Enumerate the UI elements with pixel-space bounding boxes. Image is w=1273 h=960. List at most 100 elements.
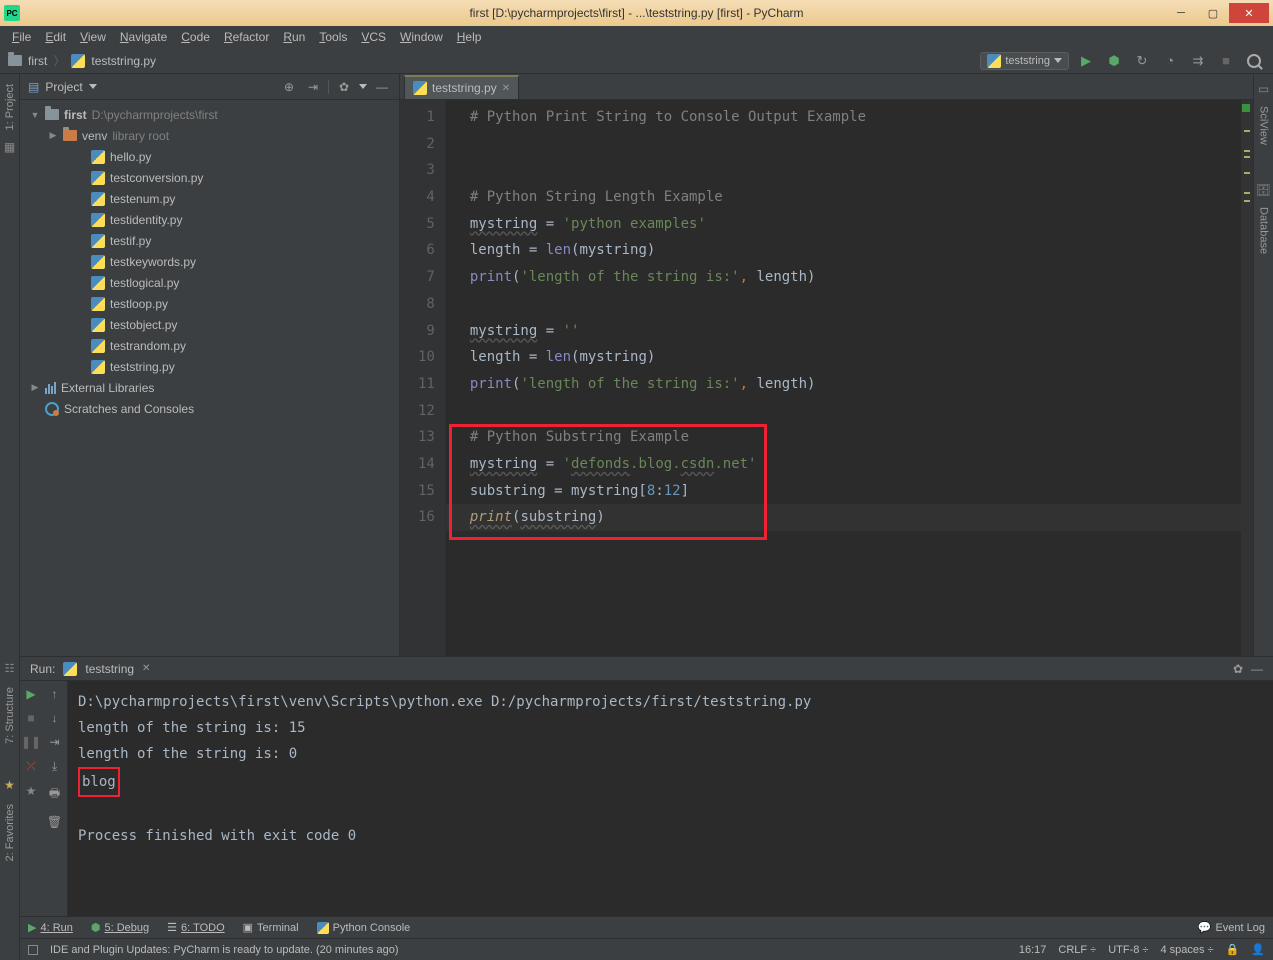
run-configuration-selector[interactable]: teststring (980, 52, 1069, 70)
project-tool-label[interactable]: 1: Project (4, 82, 16, 132)
structure-label[interactable]: 7: Structure (4, 687, 16, 744)
code-line-15[interactable]: substring = mystring[8:12] (446, 478, 1241, 505)
favorites-star-icon[interactable]: ★ (4, 778, 15, 792)
debug-button[interactable]: ⬢ (1103, 50, 1125, 72)
close-run-tab-icon[interactable]: ✕ (142, 663, 150, 674)
tree-file-testkeywords-py[interactable]: testkeywords.py (20, 251, 399, 272)
chevron-down-icon[interactable] (359, 84, 367, 89)
menu-navigate[interactable]: Navigate (114, 28, 173, 46)
rerun-button[interactable]: ▶ (26, 687, 35, 701)
search-everywhere-button[interactable] (1243, 50, 1265, 72)
project-rail-icon[interactable]: ▦ (4, 140, 15, 154)
code-content[interactable]: # Python Print String to Console Output … (446, 100, 1241, 656)
print-icon[interactable]: 🖶 (49, 784, 60, 805)
tree-external-libraries[interactable]: ▶ External Libraries (20, 377, 399, 398)
menu-file[interactable]: File (6, 28, 37, 46)
tree-file-testloop-py[interactable]: testloop.py (20, 293, 399, 314)
marker-tick[interactable] (1244, 150, 1250, 152)
close-tab-icon[interactable]: ✕ (502, 83, 510, 94)
up-stack-icon[interactable]: ↑ (52, 687, 58, 701)
tree-file-testidentity-py[interactable]: testidentity.py (20, 209, 399, 230)
breadcrumb-root[interactable]: first (28, 54, 47, 68)
tree-file-testobject-py[interactable]: testobject.py (20, 314, 399, 335)
menu-refactor[interactable]: Refactor (218, 28, 275, 46)
menu-code[interactable]: Code (175, 28, 216, 46)
todo-tool-button[interactable]: ☰ 6: TODO (167, 921, 224, 934)
run-tab-name[interactable]: teststring (85, 662, 134, 676)
line-separator[interactable]: CRLF ÷ (1058, 944, 1096, 956)
menu-edit[interactable]: Edit (39, 28, 72, 46)
file-encoding[interactable]: UTF-8 ÷ (1108, 944, 1148, 956)
locate-icon[interactable]: ⊕ (280, 78, 298, 96)
stop-button[interactable]: ■ (1215, 50, 1237, 72)
terminal-tool-button[interactable]: ▣ Terminal (243, 921, 299, 934)
marker-tick[interactable] (1244, 156, 1250, 158)
hide-run-icon[interactable]: — (1251, 662, 1263, 676)
code-line-5[interactable]: mystring = 'python examples' (446, 211, 1241, 238)
indent-setting[interactable]: 4 spaces ÷ (1160, 944, 1213, 956)
tree-scratches[interactable]: Scratches and Consoles (20, 398, 399, 419)
coverage-button[interactable]: ↻ (1131, 50, 1153, 72)
cursor-position[interactable]: 16:17 (1019, 944, 1047, 956)
project-tree[interactable]: ▼ first D:\pycharmprojects\first▶ venv l… (20, 100, 399, 656)
menu-help[interactable]: Help (451, 28, 488, 46)
chevron-down-icon[interactable] (89, 84, 97, 89)
code-line-1[interactable]: # Python Print String to Console Output … (446, 104, 1241, 131)
settings-icon[interactable]: ✿ (335, 78, 353, 96)
sciview-icon[interactable]: ▭ (1258, 82, 1269, 96)
soft-wrap-icon[interactable]: ⇥ (49, 735, 59, 749)
down-stack-icon[interactable]: ↓ (52, 711, 58, 725)
tree-file-testconversion-py[interactable]: testconversion.py (20, 167, 399, 188)
marker-tick[interactable] (1244, 192, 1250, 194)
code-line-13[interactable]: # Python Substring Example (446, 424, 1241, 451)
debug-tool-button[interactable]: ⬢ 5: Debug (91, 921, 149, 934)
memory-indicator[interactable]: 🔒 (1226, 943, 1240, 956)
tree-file-testrandom-py[interactable]: testrandom.py (20, 335, 399, 356)
code-line-14[interactable]: mystring = 'defonds.blog.csdn.net' (446, 451, 1241, 478)
breadcrumb-file[interactable]: teststring.py (91, 54, 156, 68)
code-line-16[interactable]: print(substring) (446, 504, 1241, 531)
maximize-button[interactable]: ▢ (1197, 3, 1229, 23)
run-button[interactable]: ▶ (1075, 50, 1097, 72)
code-line-8[interactable] (446, 291, 1241, 318)
profile-button[interactable]: ◔ (1159, 50, 1181, 72)
hector-icon[interactable]: 👤 (1251, 943, 1265, 956)
menu-tools[interactable]: Tools (313, 28, 353, 46)
code-line-6[interactable]: length = len(mystring) (446, 237, 1241, 264)
run-console-output[interactable]: D:\pycharmprojects\first\venv\Scripts\py… (68, 681, 1273, 916)
status-icon[interactable] (28, 945, 38, 955)
close-button[interactable]: ✕ (1229, 3, 1269, 23)
code-line-2[interactable] (446, 131, 1241, 158)
tree-file-teststring-py[interactable]: teststring.py (20, 356, 399, 377)
event-log-button[interactable]: 💬 Event Log (1198, 921, 1265, 934)
clear-icon[interactable]: 🗑 (47, 815, 62, 829)
python-console-button[interactable]: Python Console (317, 922, 411, 934)
tree-venv[interactable]: ▶ venv library root (20, 125, 399, 146)
code-line-12[interactable] (446, 398, 1241, 425)
tree-file-testenum-py[interactable]: testenum.py (20, 188, 399, 209)
favorite-star-icon[interactable]: ★ (26, 784, 37, 798)
code-line-9[interactable]: mystring = '' (446, 318, 1241, 345)
marker-tick[interactable] (1244, 130, 1250, 132)
editor-tab[interactable]: teststring.py ✕ (404, 75, 519, 99)
code-line-10[interactable]: length = len(mystring) (446, 344, 1241, 371)
exit-button[interactable]: ⤫ (26, 759, 36, 774)
marker-tick[interactable] (1244, 172, 1250, 174)
database-icon[interactable]: 🗄 (1256, 183, 1271, 197)
code-line-7[interactable]: print('length of the string is:', length… (446, 264, 1241, 291)
code-line-11[interactable]: print('length of the string is:', length… (446, 371, 1241, 398)
tree-file-testlogical-py[interactable]: testlogical.py (20, 272, 399, 293)
stop-button[interactable]: ■ (27, 711, 34, 725)
collapse-icon[interactable]: ⇥ (304, 78, 322, 96)
tree-file-hello-py[interactable]: hello.py (20, 146, 399, 167)
concurrency-button[interactable]: ⇉ (1187, 50, 1209, 72)
hide-icon[interactable]: — (373, 78, 391, 96)
marker-tick[interactable] (1244, 200, 1250, 202)
code-line-3[interactable] (446, 157, 1241, 184)
favorites-label[interactable]: 2: Favorites (4, 804, 16, 861)
menu-view[interactable]: View (74, 28, 112, 46)
menu-window[interactable]: Window (394, 28, 449, 46)
tree-file-testif-py[interactable]: testif.py (20, 230, 399, 251)
sciview-label[interactable]: SciView (1258, 104, 1270, 147)
code-editor[interactable]: 12345678910111213141516 # Python Print S… (400, 100, 1253, 656)
